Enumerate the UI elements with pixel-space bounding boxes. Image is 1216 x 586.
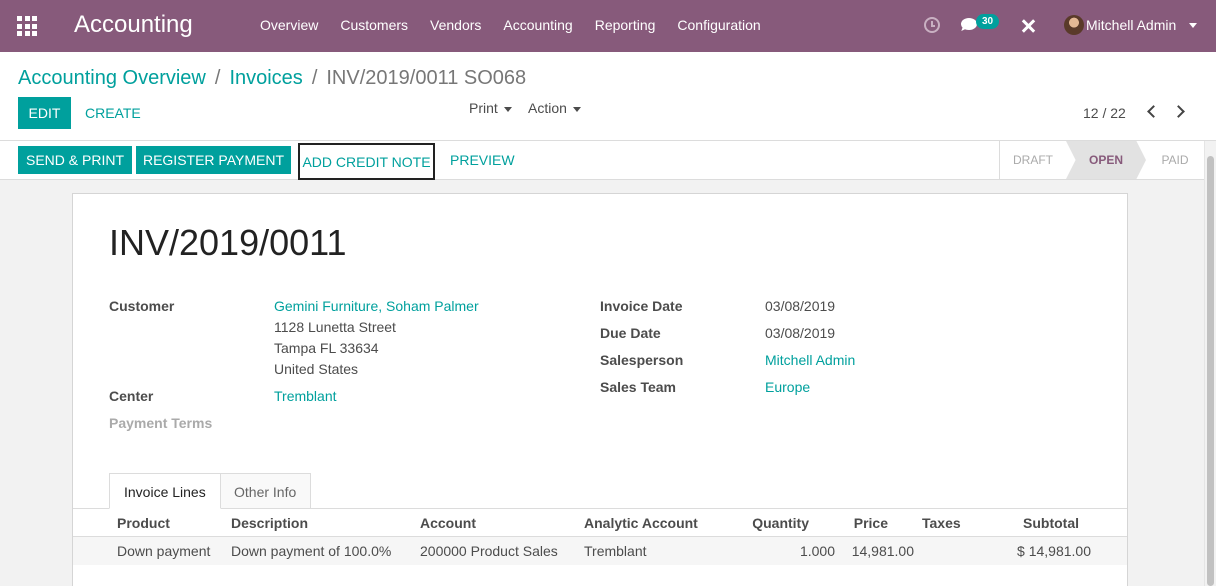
cell-subtotal: $ 14,981.00 <box>1017 543 1091 559</box>
customer-label: Customer <box>109 298 175 314</box>
top-navbar: Accounting Overview Customers Vendors Ac… <box>0 0 1216 52</box>
messages-count-badge: 30 <box>976 14 1000 29</box>
payment-terms-label: Payment Terms <box>109 415 213 431</box>
action-dropdown[interactable]: Action <box>528 100 581 116</box>
cell-account: 200000 Product Sales <box>420 543 558 559</box>
stage-open[interactable]: OPEN <box>1066 141 1146 179</box>
action-dropdown-label: Action <box>528 100 567 116</box>
due-date-value: 03/08/2019 <box>765 325 836 341</box>
menu-item-configuration[interactable]: Configuration <box>677 17 760 33</box>
print-dropdown-label: Print <box>469 100 498 116</box>
pager-counter[interactable]: 12 / 22 <box>1083 105 1126 121</box>
column-header-taxes[interactable]: Taxes <box>922 515 961 531</box>
send-print-button[interactable]: SEND & PRINT <box>18 146 132 174</box>
user-menu[interactable]: Mitchell Admin <box>1086 17 1176 33</box>
column-header-account[interactable]: Account <box>420 515 476 531</box>
control-panel: Accounting Overview / Invoices / INV/2019/00… <box>0 52 1216 141</box>
center-link[interactable]: Tremblant <box>274 388 337 404</box>
invoice-number: INV/2019/0011 <box>109 222 347 263</box>
breadcrumb-separator: / <box>214 67 221 89</box>
debug-tools-icon[interactable] <box>1019 15 1037 37</box>
app-title[interactable]: Accounting <box>74 11 193 39</box>
invoice-date-label: Invoice Date <box>600 298 683 314</box>
caret-down-icon <box>503 106 512 112</box>
stage-draft[interactable]: DRAFT <box>999 141 1066 179</box>
breadcrumb-separator: / <box>311 67 318 89</box>
scrollbar-thumb[interactable] <box>1207 156 1214 586</box>
menu-item-accounting[interactable]: Accounting <box>503 17 572 33</box>
preview-button[interactable]: PREVIEW <box>450 146 515 174</box>
caret-down-icon <box>572 106 581 112</box>
apps-grid-icon[interactable] <box>17 16 37 36</box>
menu-item-customers[interactable]: Customers <box>340 17 408 33</box>
register-payment-button[interactable]: REGISTER PAYMENT <box>136 146 291 174</box>
sales-team-label: Sales Team <box>600 379 677 395</box>
address-line: United States <box>274 361 359 377</box>
address-line: Tampa FL 33634 <box>274 340 379 356</box>
column-header-subtotal[interactable]: Subtotal <box>1003 515 1079 531</box>
column-header-analytic-account[interactable]: Analytic Account <box>584 515 698 531</box>
invoice-sheet: INV/2019/0011 Customer Gemini Furniture,… <box>72 193 1128 586</box>
status-bar: SEND & PRINT REGISTER PAYMENT ADD CREDIT… <box>0 141 1204 180</box>
breadcrumb-accounting-overview[interactable]: Accounting Overview <box>18 67 206 89</box>
center-label: Center <box>109 388 154 404</box>
tab-invoice-lines[interactable]: Invoice Lines <box>109 473 221 509</box>
salesperson-link[interactable]: Mitchell Admin <box>765 352 855 368</box>
user-avatar[interactable] <box>1064 15 1084 35</box>
salesperson-label: Salesperson <box>600 352 684 368</box>
tab-other-info[interactable]: Other Info <box>219 473 312 509</box>
menu-item-reporting[interactable]: Reporting <box>595 17 656 33</box>
breadcrumb: Accounting Overview / Invoices / INV/2019/00… <box>18 67 526 90</box>
column-header-description[interactable]: Description <box>231 515 308 531</box>
column-header-price[interactable]: Price <box>838 515 888 531</box>
stage-paid[interactable]: PAID <box>1146 141 1204 179</box>
cell-analytic-account: Tremblant <box>584 543 647 559</box>
scrollbar[interactable] <box>1204 141 1216 586</box>
edit-button[interactable]: EDIT <box>18 97 71 129</box>
previous-record-icon[interactable] <box>1147 105 1160 118</box>
next-record-icon[interactable] <box>1172 105 1185 118</box>
main-menu: Overview Customers Vendors Accounting Re… <box>260 17 783 33</box>
messages-chat-icon[interactable] <box>961 18 977 30</box>
breadcrumb-invoices[interactable]: Invoices <box>229 67 302 89</box>
breadcrumb-current: INV/2019/0011 SO068 <box>326 67 527 89</box>
print-dropdown[interactable]: Print <box>469 100 512 116</box>
column-header-product[interactable]: Product <box>117 515 170 531</box>
customer-link[interactable]: Gemini Furniture, Soham Palmer <box>274 298 479 314</box>
add-credit-note-button[interactable]: ADD CREDIT NOTE <box>298 143 435 180</box>
menu-item-vendors[interactable]: Vendors <box>430 17 481 33</box>
cell-price: 14,981.00 <box>851 543 914 559</box>
activity-clock-icon[interactable] <box>924 17 940 33</box>
address-line: 1128 Lunetta Street <box>274 319 396 335</box>
cell-quantity: 1.000 <box>799 543 835 559</box>
cell-description: Down payment of 100.0% <box>231 543 392 559</box>
invoice-date-value: 03/08/2019 <box>765 298 836 314</box>
sales-team-link[interactable]: Europe <box>765 379 810 395</box>
due-date-label: Due Date <box>600 325 661 341</box>
create-button[interactable]: CREATE <box>85 105 141 121</box>
caret-down-icon[interactable] <box>1189 23 1197 28</box>
cell-product: Down payment <box>117 543 211 559</box>
column-header-quantity[interactable]: Quantity <box>735 515 809 531</box>
menu-item-overview[interactable]: Overview <box>260 17 318 33</box>
